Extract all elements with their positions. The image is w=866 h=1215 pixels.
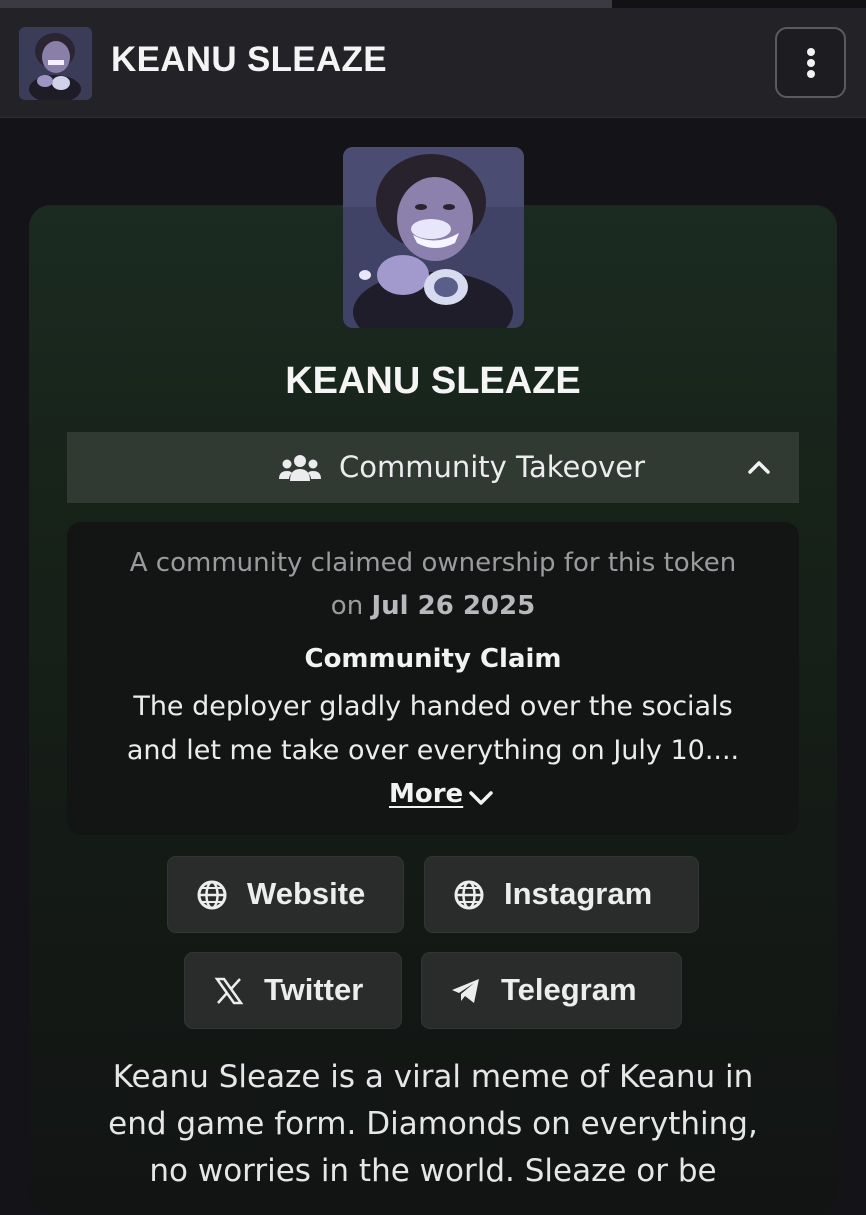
claim-intro-line1: A community claimed ownership for this t…	[129, 548, 737, 578]
header-title: KEANU SLEAZE	[111, 40, 387, 79]
community-takeover-label: Community Takeover	[339, 450, 646, 484]
page-progress-strip	[0, 0, 866, 8]
globe-icon	[197, 880, 227, 910]
chevron-up-icon	[748, 461, 770, 474]
token-name: KEANU SLEAZE	[285, 360, 581, 402]
globe-icon	[454, 880, 484, 910]
token-hero-image	[343, 147, 524, 328]
community-claim-panel: A community claimed ownership for this t…	[67, 522, 799, 835]
claim-intro-on: on	[330, 591, 364, 621]
more-link[interactable]: More	[389, 779, 463, 809]
telegram-icon	[452, 979, 479, 1003]
claim-heading: Community Claim	[304, 644, 562, 674]
description-line1: Keanu Sleaze is a viral meme of Keanu in	[112, 1059, 754, 1095]
chevron-down-icon	[469, 791, 493, 805]
token-avatar-image	[19, 27, 92, 100]
x-logo-icon	[214, 977, 244, 1005]
telegram-button[interactable]: Telegram	[421, 952, 682, 1029]
website-label: Website	[247, 876, 366, 911]
claim-text-line1: The deployer gladly handed over the soci…	[133, 691, 733, 722]
twitter-button[interactable]: Twitter	[184, 952, 402, 1029]
twitter-label: Twitter	[264, 972, 364, 1007]
users-icon	[279, 455, 321, 481]
description-line3: no worries in the world. Sleaze or be	[149, 1153, 717, 1189]
website-button[interactable]: Website	[167, 856, 404, 933]
claim-text-line2: and let me take over everything on July …	[126, 735, 740, 766]
menu-button[interactable]	[775, 27, 846, 98]
claim-date: Jul 26 2025	[371, 591, 536, 621]
page-progress-fill	[0, 0, 612, 8]
description-line2: end game form. Diamonds on everything,	[108, 1106, 758, 1142]
token-description: Keanu Sleaze is a viral meme of Keanu in…	[79, 1054, 787, 1195]
vertical-dots-icon	[806, 47, 815, 78]
telegram-label: Telegram	[501, 972, 637, 1007]
claim-intro-line2: on Jul 26 2025	[67, 589, 799, 623]
instagram-button[interactable]: Instagram	[424, 856, 699, 933]
community-takeover-toggle[interactable]: Community Takeover	[67, 432, 799, 503]
instagram-label: Instagram	[504, 876, 653, 911]
top-bar: KEANU SLEAZE	[0, 8, 866, 118]
